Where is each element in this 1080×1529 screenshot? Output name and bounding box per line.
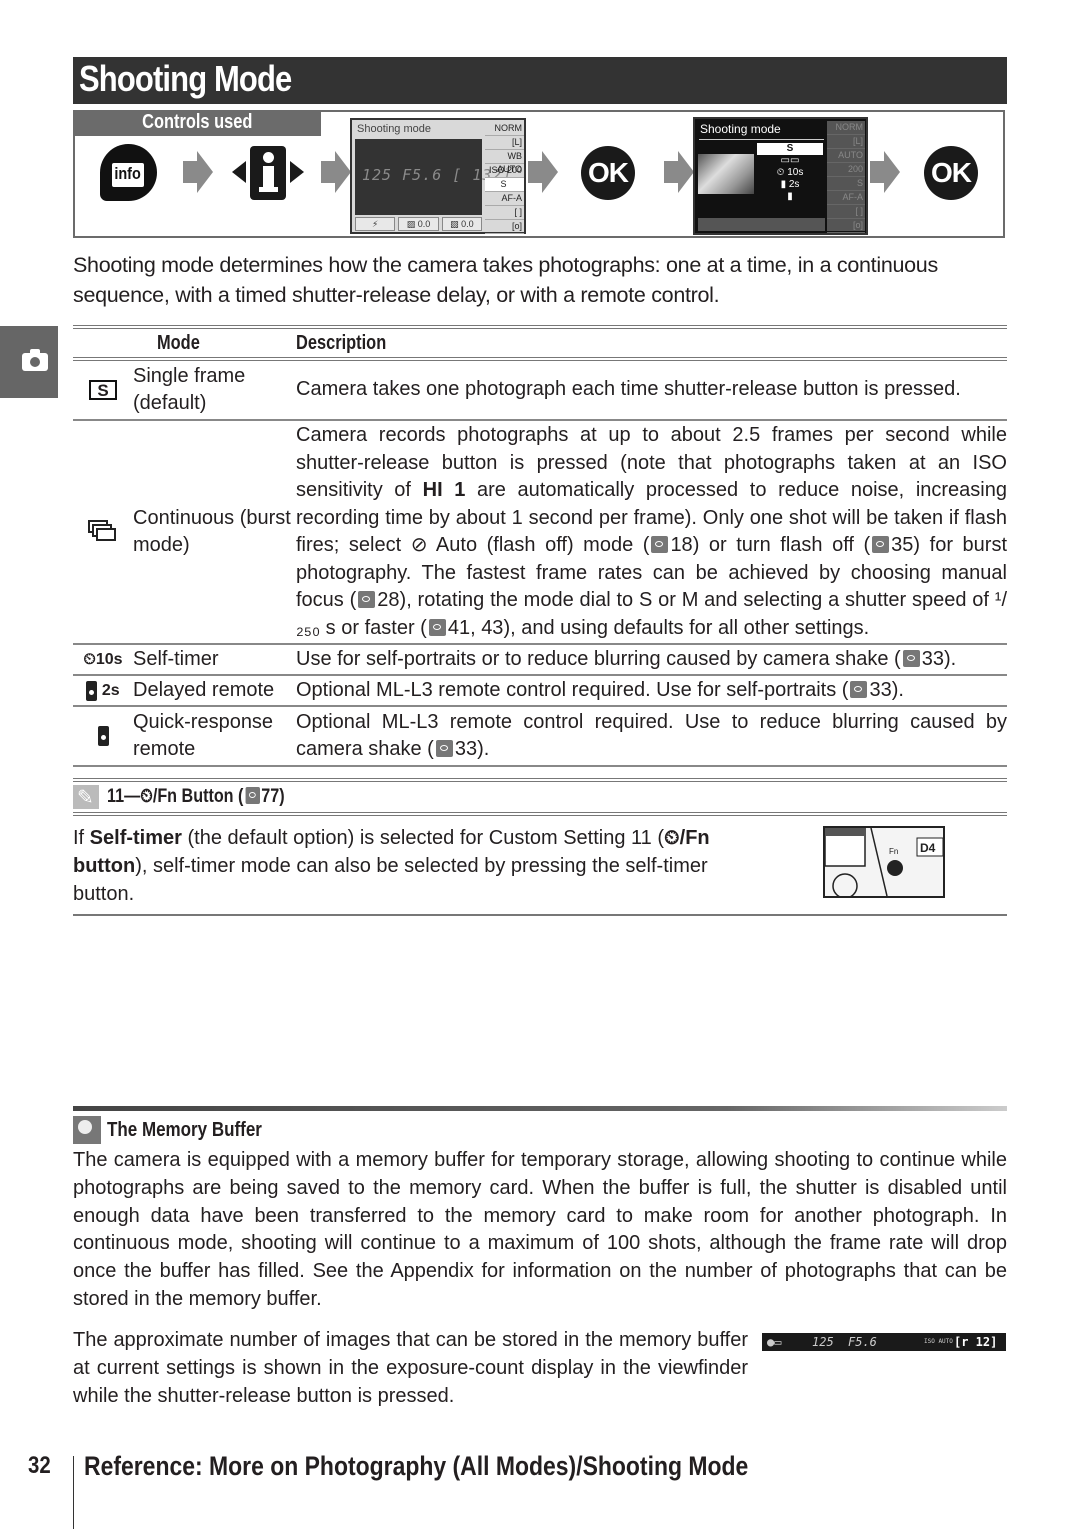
page-reference-icon — [245, 787, 260, 804]
page-reference-icon — [902, 649, 920, 667]
mode-description: Optional ML-L3 remote control required. … — [296, 678, 904, 701]
mode-description: Camera records photographs at up to abou… — [296, 424, 1008, 639]
delayed-remote-icon — [86, 680, 98, 701]
continuous-icon — [88, 520, 118, 544]
arrow-right-icon — [664, 151, 694, 193]
info-display-screen: Shooting mode 125 F5.6 [ 132] NORM [L] W… — [350, 118, 526, 234]
mode-description: Optional ML-L3 remote control required. … — [296, 710, 1007, 761]
pencil-icon — [73, 785, 99, 810]
page-link[interactable]: 41, 43 — [448, 617, 504, 639]
quick-response-remote-icon — [97, 726, 109, 746]
table-header: Mode Description — [73, 329, 1007, 357]
i-button-icon — [250, 146, 286, 200]
page-link[interactable]: 33 — [922, 648, 944, 670]
mode-description: Camera takes one photograph each time sh… — [296, 378, 961, 401]
page-reference-icon — [872, 536, 890, 553]
mode-name: Delayed remote — [133, 678, 275, 701]
table-row: Continuous (burst mode) Camera records p… — [73, 421, 1007, 643]
shooting-mode-menu: S ▭▭ ⏲ 10s ▮ 2s ▮ — [757, 143, 823, 203]
table-row: ⏲10s Self-timer Use for self-portraits o… — [73, 645, 1007, 674]
mode-name: Quick-response remote — [133, 710, 274, 761]
info-button-label: info — [114, 164, 142, 183]
page-reference-icon — [428, 618, 446, 636]
mode-name: Self-timer — [133, 647, 219, 670]
note-body: If Self-timer (the default option) is se… — [73, 827, 710, 905]
page-reference-icon — [651, 536, 669, 553]
fn-button-illustration: Fn D4 — [823, 826, 945, 899]
ok-button-icon: OK — [924, 146, 978, 200]
info-button-icon: info — [100, 144, 157, 201]
page-link[interactable]: 77 — [261, 786, 279, 807]
page-title-bar: Shooting Mode — [73, 57, 1007, 104]
footer-divider — [73, 1456, 74, 1529]
footer-title: Reference: More on Photography (All Mode… — [84, 1451, 749, 1481]
arrow-right-icon — [183, 151, 213, 193]
preview-photo — [698, 154, 754, 194]
mode-description: Use for self-portraits or to reduce blur… — [296, 647, 957, 670]
self-timer-icon: ⏲ — [140, 786, 153, 807]
controls-label: Controls used — [73, 110, 321, 136]
focus-indicator-icon: ●▭ — [767, 1335, 782, 1349]
page-link[interactable]: 33 — [869, 679, 891, 701]
self-timer-icon: ⏲10s — [83, 650, 123, 668]
page-link[interactable]: 35 — [891, 534, 913, 556]
svg-text:Fn: Fn — [889, 847, 898, 856]
ok-button-icon: OK — [581, 146, 635, 200]
page-link[interactable]: 28 — [377, 589, 399, 611]
page-reference-icon — [358, 591, 376, 608]
memory-buffer-paragraph-2: The approximate number of images that ca… — [73, 1329, 748, 1407]
multi-selector-left-icon — [232, 161, 246, 183]
section-divider — [73, 1106, 1007, 1111]
mode-name: Single frame (default) — [133, 364, 246, 415]
arrow-right-icon — [528, 151, 558, 193]
screen-header: Shooting mode — [357, 123, 431, 135]
shooting-mode-menu-screen: Shooting mode S ▭▭ ⏲ 10s ▮ 2s ▮ NORM [L]… — [693, 117, 868, 235]
note-title: 11—⏲/Fn Button (77) — [107, 786, 285, 807]
page-title: Shooting Mode — [79, 58, 292, 99]
page-reference-icon — [435, 740, 453, 757]
arrow-right-icon — [870, 151, 900, 193]
table-row: S Single frame (default) Camera takes on… — [73, 361, 1007, 419]
single-frame-icon: S — [89, 380, 117, 400]
page-link[interactable]: 18 — [670, 534, 692, 556]
page-number: 32 — [28, 1452, 51, 1479]
memory-buffer-paragraph: The camera is equipped with a memory buf… — [73, 1149, 1007, 1310]
section-tab — [0, 326, 58, 398]
svg-text:D4: D4 — [920, 841, 936, 855]
screen-side-panel: NORM [L] WB AUTO ISO 200 S AF-A [ ] [o] — [485, 122, 524, 234]
shooting-mode-table: Mode Description S Single frame (default… — [73, 325, 1007, 767]
header-mode: Mode — [157, 331, 200, 354]
page-link[interactable]: 33 — [455, 738, 477, 760]
page-reference-icon — [850, 680, 868, 698]
header-description: Description — [296, 331, 387, 354]
table-row: Quick-response remote Optional ML-L3 rem… — [73, 707, 1007, 765]
screen-header: Shooting mode — [700, 122, 781, 136]
camera-icon — [22, 349, 48, 371]
tip-icon — [73, 1116, 101, 1144]
viewfinder-display: ●▭ 125 F5.6 ISO AUTO [r 12] — [762, 1333, 1006, 1351]
mode-name: Continuous (burst mode) — [133, 506, 291, 557]
flash-off-icon: ⊘ — [410, 534, 428, 556]
table-row: 2s Delayed remote Optional ML-L3 remote … — [73, 676, 1007, 705]
multi-selector-right-icon — [290, 161, 304, 183]
arrow-right-icon — [321, 151, 351, 193]
intro-paragraph: Shooting mode determines how the camera … — [73, 253, 938, 307]
memory-buffer-title: The Memory Buffer — [107, 1118, 262, 1141]
